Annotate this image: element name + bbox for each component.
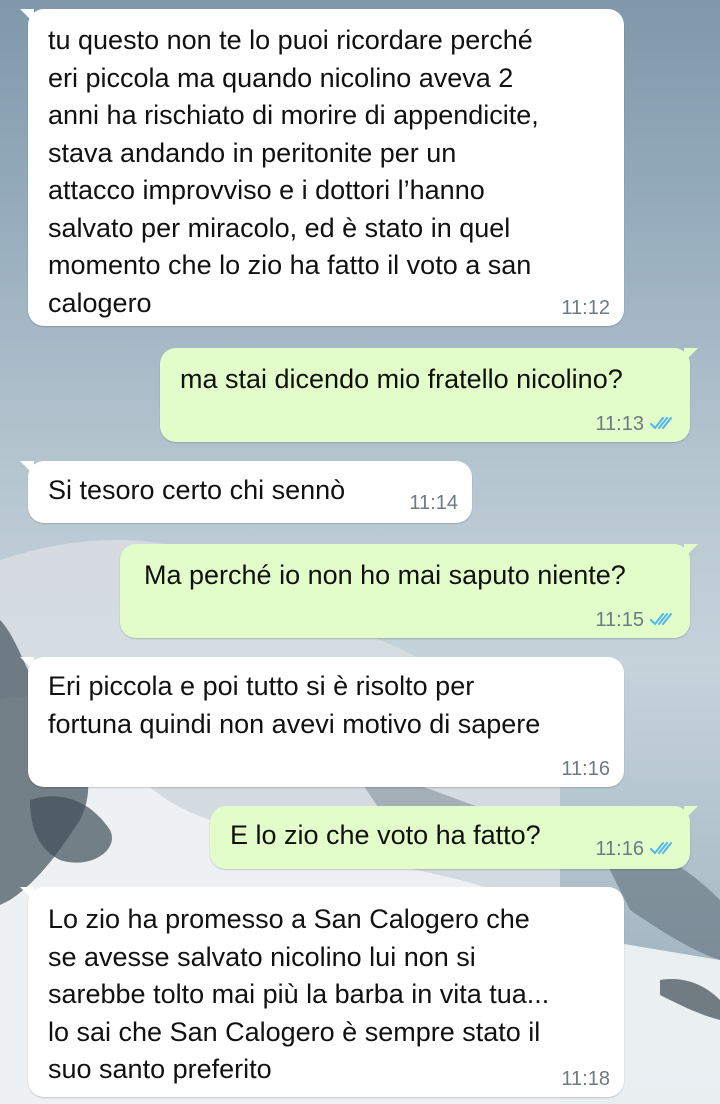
message-timestamp: 11:16 [595,838,644,860]
message-meta: 11:14 [409,491,458,515]
outgoing-message[interactable]: Ma perché io non ho mai saputo niente? 1… [120,544,698,638]
bubble-tail [20,657,34,671]
message-timestamp: 11:16 [561,758,610,780]
read-double-check-icon [650,417,672,429]
incoming-message[interactable]: Si tesoro certo chi sennò 11:14 [20,461,472,523]
message-meta: 11:12 [561,296,610,320]
bubble-tail [684,544,698,558]
conversation: tu questo non te lo puoi ricordare perch… [0,0,720,1104]
read-double-check-icon [650,842,672,854]
message-text: ma stai dicendo mio fratello nicolino? [180,364,623,394]
message-meta: 11:13 [595,412,676,436]
message-meta: 11:16 [595,837,676,861]
message-timestamp: 11:15 [595,609,644,631]
message-text: Eri piccola e poi tutto si è risolto per… [48,671,541,739]
bubble-tail [20,461,34,475]
bubble-tail [20,9,34,23]
message-text: Lo zio ha promesso a San Calogero che se… [48,904,550,1084]
read-double-check-icon [650,613,672,625]
incoming-message[interactable]: Eri piccola e poi tutto si è risolto per… [20,657,624,787]
message-timestamp: 11:18 [561,1068,610,1090]
message-text: Si tesoro certo chi sennò [48,475,346,505]
message-timestamp: 11:13 [595,413,644,435]
message-text: tu questo non te lo puoi ricordare perch… [48,25,539,318]
message-timestamp: 11:14 [409,492,458,514]
message-text: Ma perché io non ho mai saputo niente? [144,560,626,590]
bubble-tail [684,348,698,362]
bubble-tail [20,887,34,901]
incoming-message[interactable]: tu questo non te lo puoi ricordare perch… [20,9,624,326]
message-meta: 11:18 [561,1067,610,1091]
message-meta: 11:16 [561,757,610,781]
bubble-tail [684,806,698,820]
message-timestamp: 11:12 [561,297,610,319]
outgoing-message[interactable]: E lo zio che voto ha fatto? 11:16 [210,806,698,869]
outgoing-message[interactable]: ma stai dicendo mio fratello nicolino? 1… [160,348,698,442]
incoming-message[interactable]: Lo zio ha promesso a San Calogero che se… [20,887,624,1097]
message-meta: 11:15 [595,608,676,632]
